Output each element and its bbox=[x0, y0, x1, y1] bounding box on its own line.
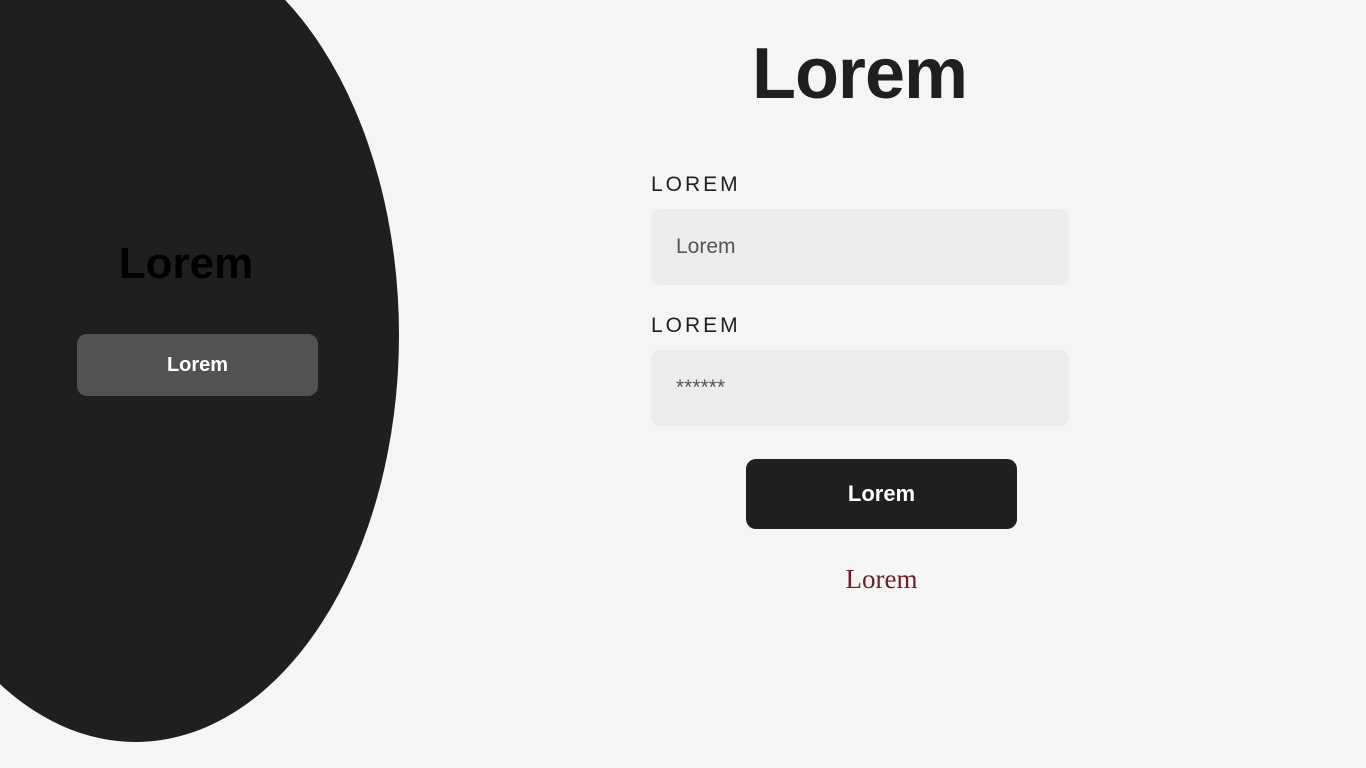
page: Lorem Lorem Lorem LOREM LOREM Lorem Lore… bbox=[0, 0, 1366, 768]
submit-button[interactable]: Lorem bbox=[746, 459, 1017, 529]
footer-link[interactable]: Lorem bbox=[746, 562, 1017, 596]
side-panel-title: Lorem bbox=[118, 239, 254, 288]
field-1-input[interactable] bbox=[651, 209, 1069, 285]
field-2-label: LOREM bbox=[651, 314, 741, 337]
field-2-input[interactable] bbox=[651, 350, 1069, 426]
field-1-label: LOREM bbox=[651, 173, 741, 196]
page-title: Lorem bbox=[751, 34, 968, 114]
side-panel-button[interactable]: Lorem bbox=[77, 334, 318, 396]
